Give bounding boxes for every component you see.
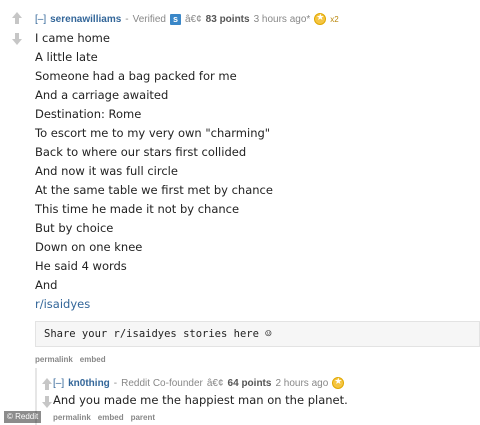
comment-line: At the same table we first met by chance	[35, 183, 273, 197]
comment-line: He said 4 words	[35, 259, 127, 273]
comment-line: And	[35, 278, 58, 292]
tagline-separator: -	[125, 13, 129, 25]
reply-author[interactable]: kn0thing	[68, 378, 110, 389]
comment-line: Someone had a bag packed for me	[35, 69, 237, 83]
comment-buttons: permalink embed	[35, 355, 106, 364]
permalink-button[interactable]: permalink	[53, 413, 91, 422]
comment-line: Back to where our stars first collided	[35, 145, 247, 159]
quote-box: Share your r/isaidyes stories here ☺	[35, 321, 480, 347]
reply-score: 64 points	[227, 377, 272, 389]
comment-tagline: [–] serenawilliams - Verified s â€¢ 83 p…	[35, 12, 339, 25]
reply-vote-arrows	[40, 378, 54, 409]
comment-line: But by choice	[35, 221, 114, 235]
tagline-separator: -	[113, 377, 118, 389]
embed-button[interactable]: embed	[98, 413, 124, 422]
comment-vote-arrows	[10, 12, 24, 46]
comment-line: Destination: Rome	[35, 107, 142, 121]
upvote-arrow-icon[interactable]	[10, 12, 24, 26]
image-credit: © Reddit	[4, 411, 42, 423]
comment-line: A little late	[35, 50, 98, 64]
flair-badge-icon: s	[169, 13, 181, 25]
author-flair: Verified	[132, 13, 166, 25]
reply-tagline: [–] kn0thing - Reddit Co-founder â€¢ 64 …	[53, 376, 345, 389]
comment-line: This time he made it not by chance	[35, 202, 240, 216]
reddit-gold-icon	[314, 12, 327, 25]
downvote-arrow-icon[interactable]	[40, 395, 54, 409]
embed-button[interactable]: embed	[80, 355, 106, 364]
comment-line: Down on one knee	[35, 240, 143, 254]
collapse-toggle[interactable]: [–]	[35, 14, 46, 25]
collapse-toggle[interactable]: [–]	[53, 378, 64, 389]
comment-line: r/isaidyes	[35, 295, 273, 314]
reply-time: 2 hours ago	[275, 377, 329, 389]
comment-line: To escort me to my very own "charming"	[35, 126, 271, 140]
reddit-gold-icon	[332, 376, 345, 389]
reply-text: And you made me the happiest man on the …	[53, 393, 348, 407]
tagline-bullet: â€¢	[184, 13, 202, 25]
comment-line: I came home	[35, 31, 110, 45]
reply-buttons: permalink embed parent	[53, 413, 155, 422]
author-flair: Reddit Co-founder	[121, 377, 203, 389]
comment-score: 83 points	[205, 13, 250, 25]
parent-button[interactable]: parent	[131, 413, 155, 422]
downvote-arrow-icon[interactable]	[10, 32, 24, 46]
permalink-button[interactable]: permalink	[35, 355, 73, 364]
comment-body: I came home A little late Someone had a …	[35, 29, 273, 314]
gilded-count: x2	[330, 14, 339, 24]
reply-body: And you made me the happiest man on the …	[53, 391, 348, 410]
upvote-arrow-icon[interactable]	[40, 378, 54, 392]
comment-time: 3 hours ago*	[253, 13, 311, 25]
comment-line: And now it was full circle	[35, 164, 178, 178]
subreddit-link[interactable]: r/isaidyes	[35, 297, 90, 311]
comment-line: And a carriage awaited	[35, 88, 169, 102]
comment-author[interactable]: serenawilliams	[50, 14, 121, 25]
tagline-bullet: â€¢	[206, 377, 224, 389]
